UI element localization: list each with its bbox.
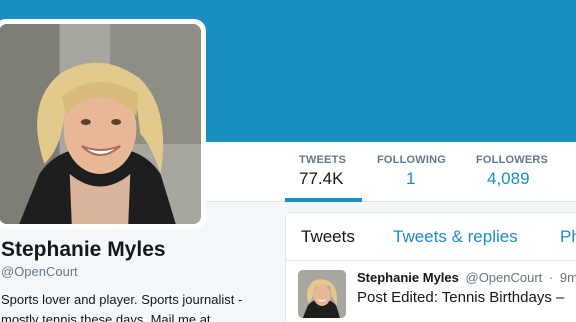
timeline-panel: Tweets Tweets & replies Ph Stephanie Myl…: [285, 212, 576, 322]
stat-following-value: 1: [406, 169, 416, 188]
stat-following[interactable]: FOLLOWING 1: [377, 142, 446, 202]
stat-tweets[interactable]: TWEETS 77.4K: [299, 142, 361, 202]
tweet-separator: ·: [548, 270, 554, 285]
stat-followers-label: FOLLOWERS: [476, 154, 549, 166]
tab-tweets[interactable]: Tweets: [301, 227, 355, 247]
tweet-text: Post Edited: Tennis Birthdays –: [357, 289, 565, 306]
tweet-item[interactable]: Stephanie Myles @OpenCourt · 9m Post Edi…: [286, 261, 576, 322]
avatar-photo: [0, 24, 201, 224]
stat-followers-value: 4,089: [487, 169, 530, 188]
tweet-author-handle[interactable]: @OpenCourt: [466, 270, 543, 285]
profile-handle[interactable]: @OpenCourt: [1, 264, 78, 279]
tab-tweets-and-replies[interactable]: Tweets & replies: [393, 227, 518, 247]
tweet-avatar[interactable]: [298, 270, 346, 318]
profile-avatar[interactable]: [0, 19, 206, 229]
tab-photos[interactable]: Ph: [560, 227, 576, 247]
stat-tweets-value: 77.4K: [299, 169, 344, 188]
tweet-header: Stephanie Myles @OpenCourt · 9m: [357, 270, 576, 285]
profile-name: Stephanie Myles: [1, 238, 166, 261]
stat-following-label: FOLLOWING: [377, 154, 447, 166]
timeline-tabs: Tweets Tweets & replies Ph: [286, 213, 576, 261]
profile-bio: Sports lover and player. Sports journali…: [1, 292, 243, 322]
stat-tweets-label: TWEETS: [299, 154, 347, 166]
tweet-author-name[interactable]: Stephanie Myles: [357, 270, 459, 285]
active-stat-indicator: [285, 198, 362, 202]
stat-followers[interactable]: FOLLOWERS 4,089: [476, 142, 548, 202]
tweet-timestamp[interactable]: 9m: [560, 270, 576, 285]
